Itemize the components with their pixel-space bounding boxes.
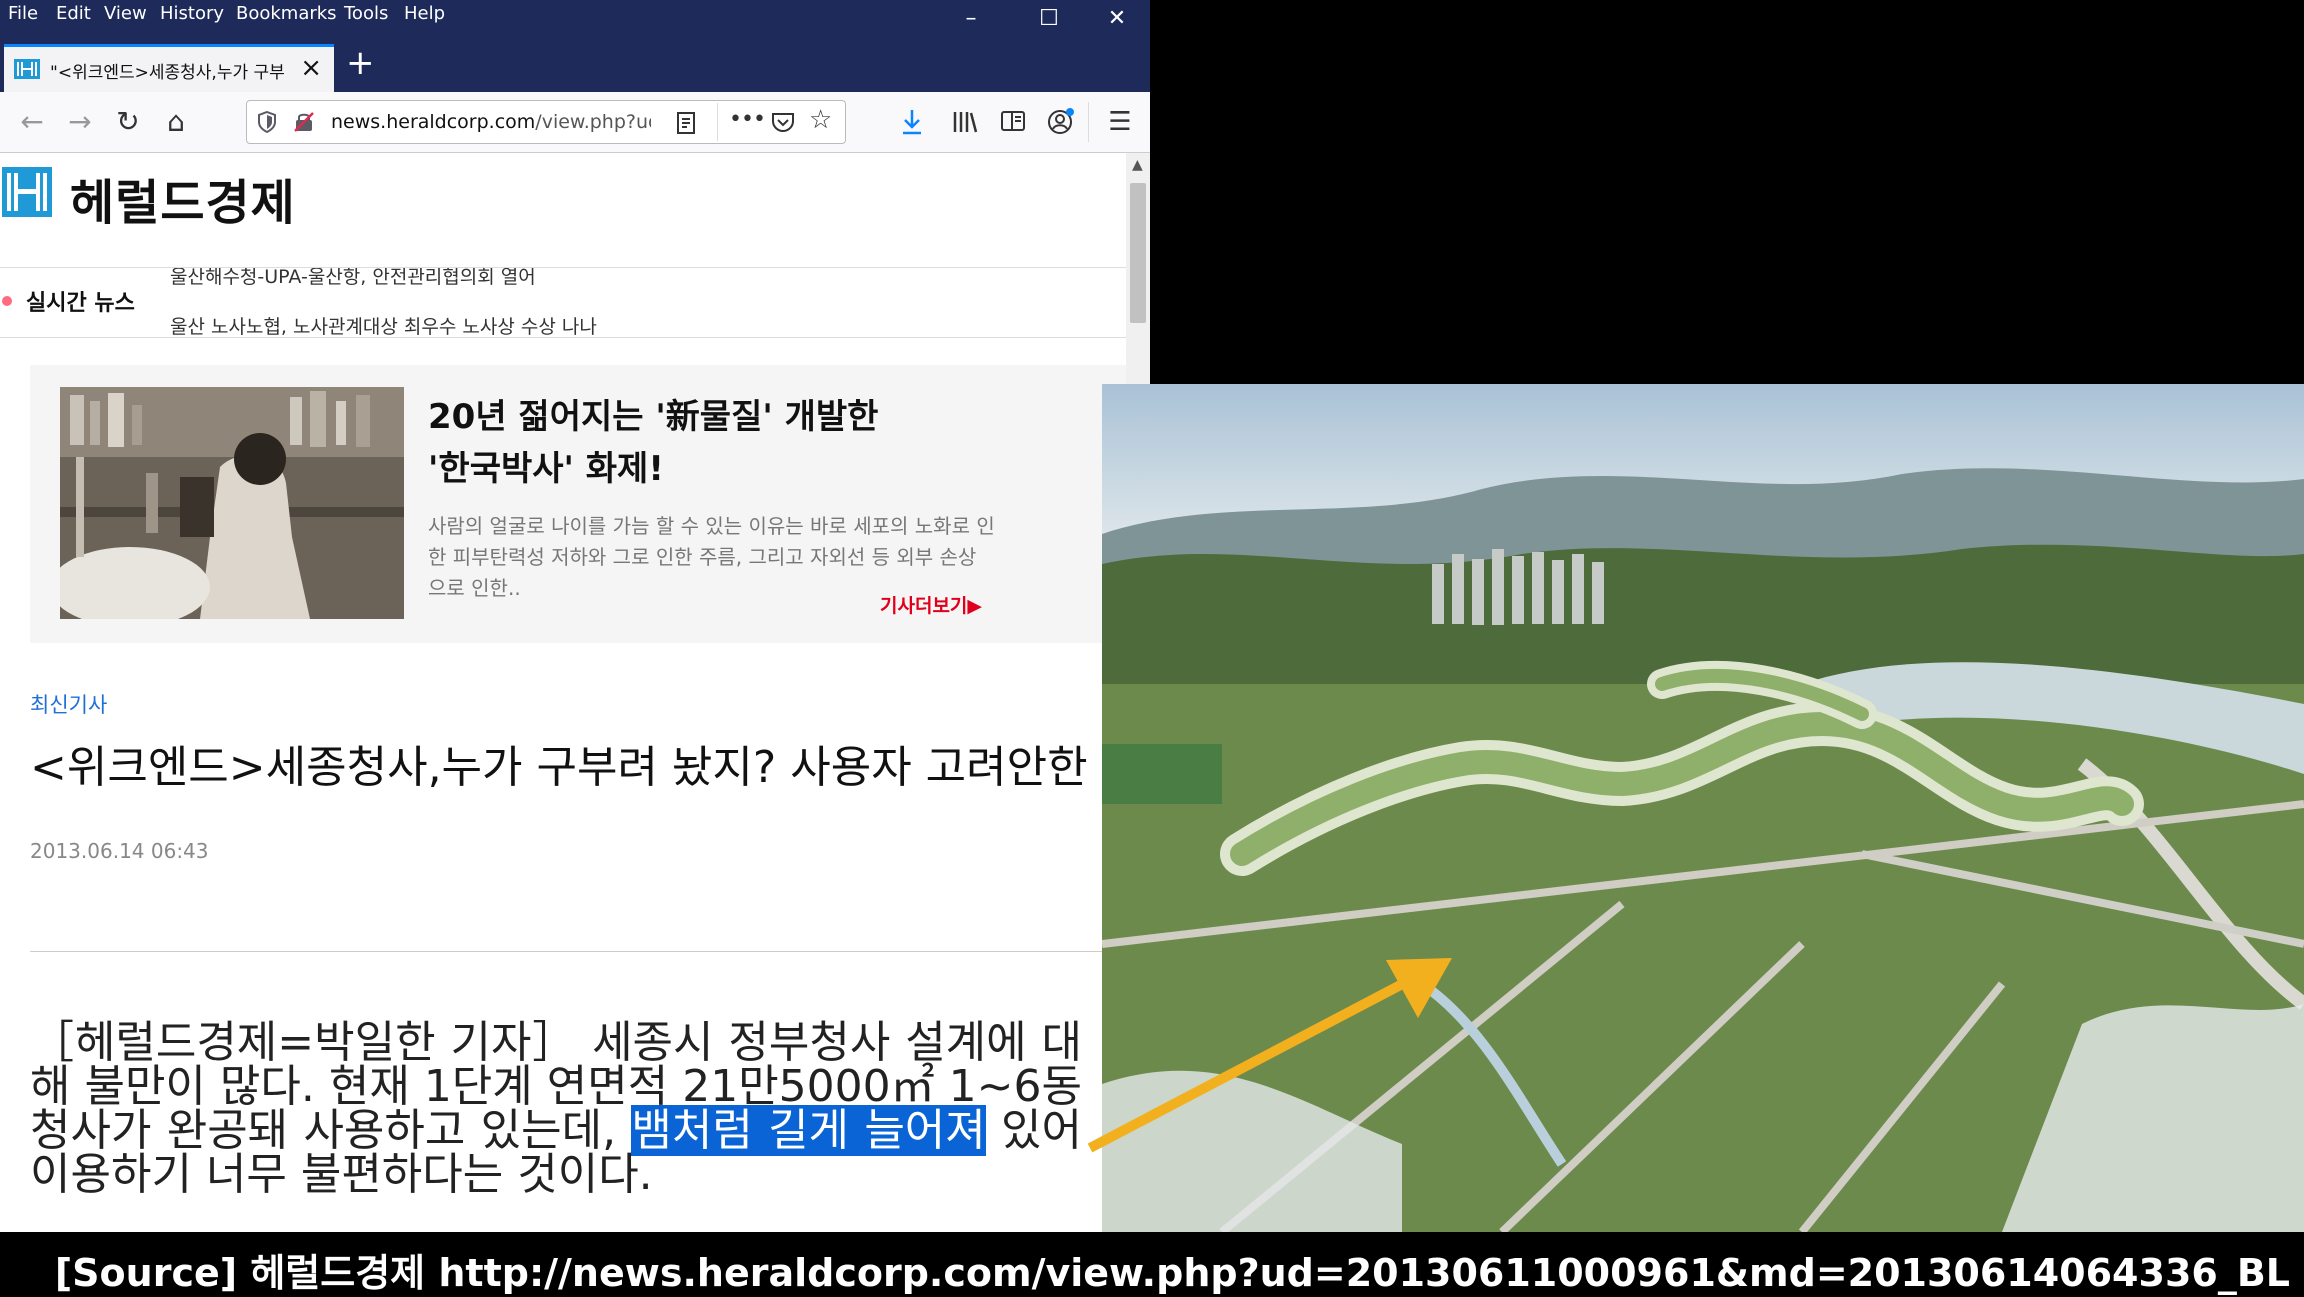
forward-icon[interactable]: → — [58, 100, 102, 144]
herald-logo-icon — [2, 167, 52, 217]
navigation-toolbar: ← → ↻ ⌂ news.heraldcorp.com/view.php?ud … — [0, 92, 1150, 153]
live-dot-icon — [2, 296, 12, 306]
reload-icon[interactable]: ↻ — [106, 100, 150, 144]
shield-icon[interactable] — [257, 111, 277, 133]
menu-edit[interactable]: Edit — [56, 3, 91, 24]
close-tab-icon[interactable]: × — [300, 53, 322, 83]
article-date: 2013.06.14 06:43 — [30, 839, 209, 863]
url-text: news.heraldcorp.com/view.php?ud — [331, 111, 651, 133]
download-icon[interactable] — [900, 108, 924, 136]
menu-icon[interactable]: ☰ — [1098, 100, 1142, 144]
account-icon[interactable] — [1046, 106, 1076, 136]
menu-view[interactable]: View — [104, 3, 147, 24]
back-icon[interactable]: ← — [10, 100, 54, 144]
star-icon[interactable]: ☆ — [809, 105, 832, 135]
tab-title: "<위크엔드>세종청사,누가 구부 — [50, 63, 285, 83]
pointer-arrow-icon — [1087, 958, 1452, 1153]
news-ticker[interactable]: 울산해수청-UPA-울산항, 안전관리협의회 열어 울산 노사노협, 노사관계대… — [170, 268, 730, 338]
page-content: 헤럴드경제 실시간 뉴스 울산해수청-UPA-울산항, 안전관리협의회 열어 울… — [0, 153, 1126, 1232]
site-name: 헤럴드경제 — [70, 175, 296, 231]
highlighted-text: 뱀처럼 길게 늘어져 — [631, 1105, 986, 1156]
article-headline: <위크엔드>세종청사,누가 구부려 놨지? 사용자 고려안한 — [30, 742, 1088, 793]
library-icon[interactable] — [952, 110, 978, 134]
source-caption: [Source] 헤럴드경제 http://news.heraldcorp.co… — [0, 1232, 2304, 1296]
menu-bar: File Edit View History Bookmarks Tools H… — [0, 0, 1150, 31]
menu-help[interactable]: Help — [404, 3, 445, 24]
menu-tools[interactable]: Tools — [344, 3, 388, 24]
more-icon[interactable]: ••• — [729, 107, 766, 132]
reader-icon[interactable] — [675, 111, 697, 135]
live-news-bar: 실시간 뉴스 울산해수청-UPA-울산항, 안전관리협의회 열어 울산 노사노협… — [0, 268, 1126, 338]
home-icon[interactable]: ⌂ — [154, 100, 198, 144]
scroll-up-icon[interactable]: ▲ — [1132, 157, 1143, 173]
new-tab-button[interactable]: + — [346, 46, 375, 80]
pocket-icon[interactable] — [771, 111, 795, 133]
site-favicon-icon — [14, 59, 40, 79]
promo-box[interactable]: 20년 젊어지는 '新물질' 개발한 '한국박사' 화제! 사람의 얼굴로 나이… — [30, 365, 1126, 643]
browser-window: File Edit View History Bookmarks Tools H… — [0, 0, 1150, 1232]
menu-file[interactable]: File — [8, 3, 38, 24]
article-body: ［헤럴드경제=박일한 기자］ 세종시 정부청사 설계에 대해 불만이 많다. 현… — [30, 1021, 1082, 1197]
tab-active[interactable]: "<위크엔드>세종청사,누가 구부 × — [4, 44, 334, 92]
scroll-thumb[interactable] — [1130, 183, 1146, 323]
insecure-lock-icon[interactable] — [293, 111, 315, 133]
sidebar-icon[interactable] — [1000, 110, 1026, 132]
promo-photo[interactable] — [60, 387, 404, 619]
tab-strip: "<위크엔드>세종청사,누가 구부 × + — [0, 30, 1150, 92]
article-category[interactable]: 최신기사 — [30, 689, 107, 719]
live-news-label: 실시간 뉴스 — [26, 291, 135, 316]
read-more-link[interactable]: 기사더보기▶ — [880, 591, 982, 618]
source-caption-text: [Source] 헤럴드경제 http://news.heraldcorp.co… — [54, 1251, 2290, 1295]
url-bar[interactable]: news.heraldcorp.com/view.php?ud ••• ☆ — [246, 100, 846, 144]
ticker-item[interactable]: 울산해수청-UPA-울산항, 안전관리협의회 열어 — [170, 268, 536, 289]
menu-history[interactable]: History — [160, 3, 224, 24]
menu-bookmarks[interactable]: Bookmarks — [236, 3, 337, 24]
promo-title[interactable]: 20년 젊어지는 '新물질' 개발한 '한국박사' 화제! — [428, 391, 928, 495]
ticker-item[interactable]: 울산 노사노협, 노사관계대상 최우수 노사상 수상 나나 — [170, 312, 597, 338]
